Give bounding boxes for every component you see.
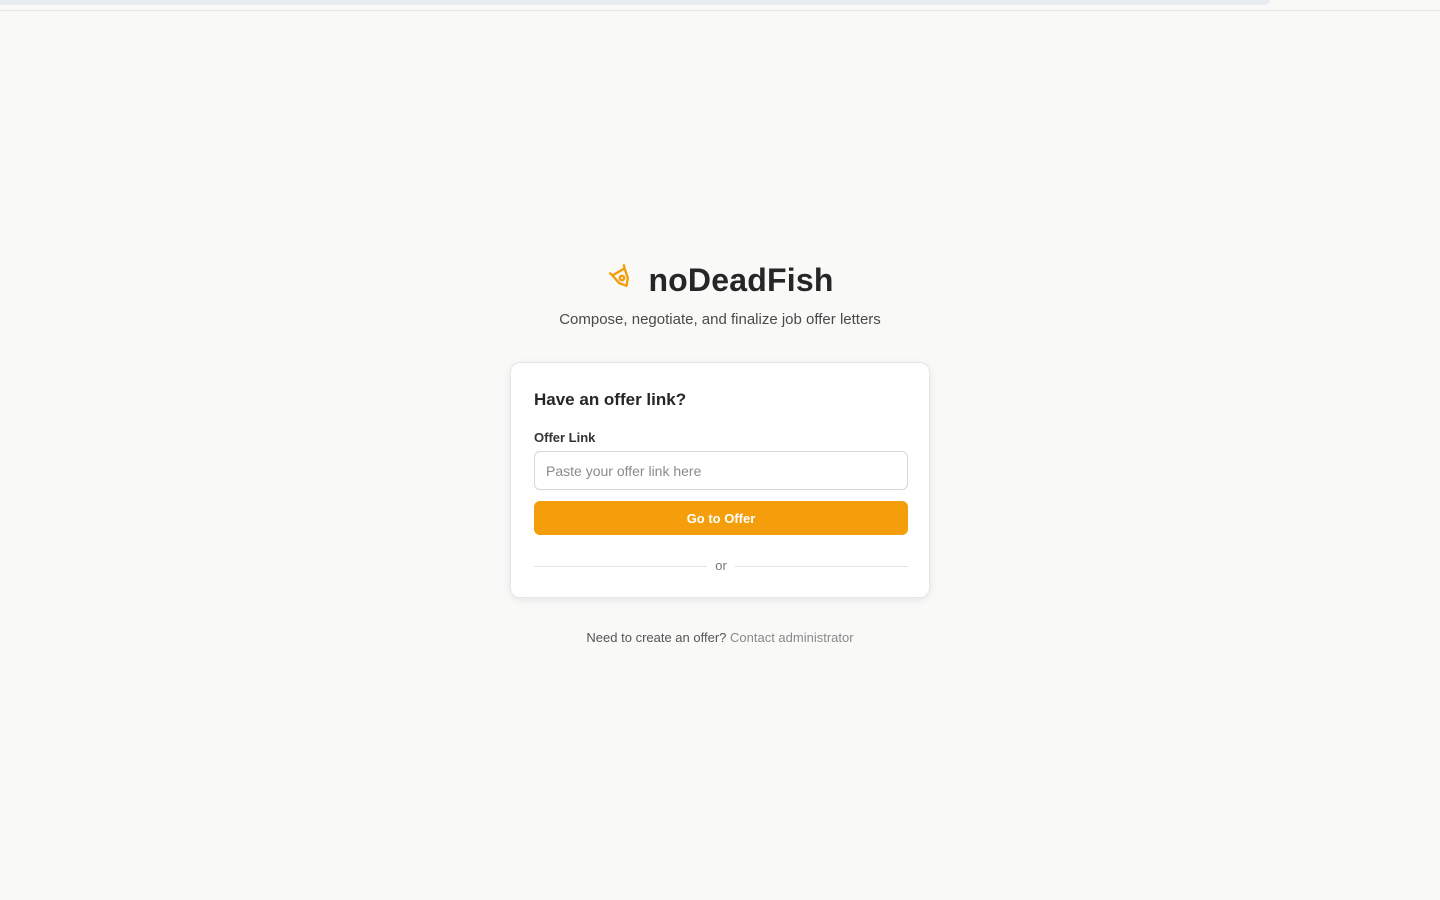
brand-header: noDeadFish — [0, 262, 1440, 299]
go-to-offer-button[interactable]: Go to Offer — [534, 501, 908, 535]
divider-text: or — [715, 558, 727, 573]
browser-top-strip — [0, 0, 1440, 11]
page-subtitle: Compose, negotiate, and finalize job off… — [559, 311, 881, 328]
footer-prompt: Need to create an offer? — [586, 630, 727, 645]
offer-link-input[interactable] — [534, 451, 908, 490]
divider-line-right — [734, 565, 908, 567]
card-title: Have an offer link? — [534, 390, 687, 409]
footer-note: Need to create an offer? Contact adminis… — [0, 630, 1440, 645]
offer-link-card: Have an offer link? Offer Link Go to Off… — [510, 362, 930, 598]
address-bar-strip — [0, 0, 1270, 5]
divider-line-left — [534, 565, 708, 567]
brand-title: noDeadFish — [648, 262, 834, 298]
offer-link-label: Offer Link — [534, 430, 596, 445]
contact-administrator-link[interactable]: Contact administrator — [730, 630, 854, 645]
pen-nib-icon — [606, 262, 638, 294]
or-divider: or — [534, 559, 908, 573]
